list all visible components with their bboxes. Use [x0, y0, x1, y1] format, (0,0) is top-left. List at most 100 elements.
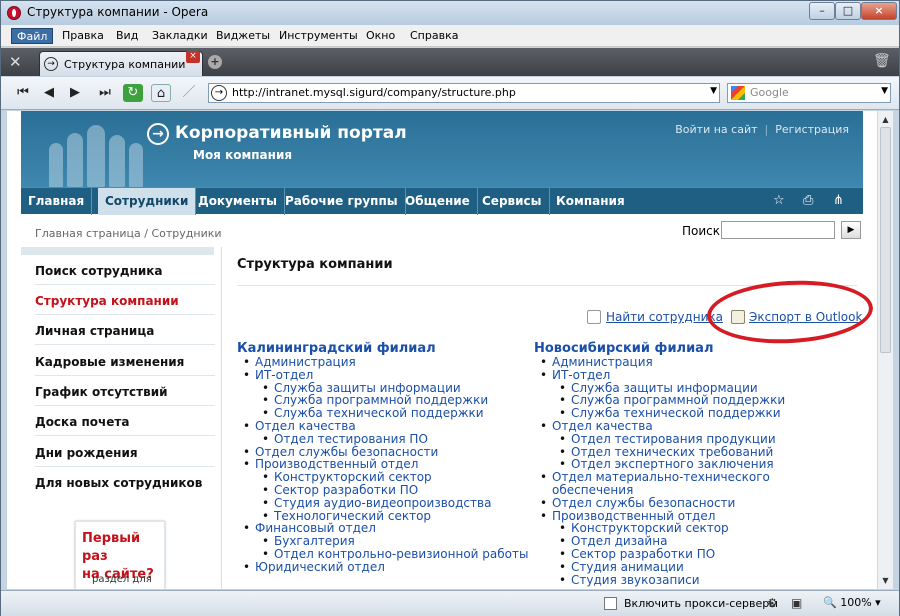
maximize-button[interactable]: □	[835, 2, 861, 20]
search-label: Поиск	[682, 224, 721, 238]
site-search-button[interactable]: ▶	[841, 221, 861, 239]
top-navigation: Главная Сотрудники Документы Рабочие гру…	[21, 187, 863, 215]
company-name: Моя компания	[193, 148, 293, 162]
trash-icon[interactable]: 🗑	[873, 53, 891, 69]
nav-company[interactable]: Компания	[549, 188, 632, 215]
menu-bookmarks[interactable]: Закладки	[147, 28, 213, 44]
navigation-bar: ⏮ ◀ ▶ ⏭ ↻ ⌂ ／ → http://intranet.mysql.si…	[1, 77, 899, 110]
proxy-checkbox[interactable]	[604, 597, 617, 610]
home-icon[interactable]: ⌂	[151, 84, 171, 102]
nav-employees[interactable]: Сотрудники	[98, 188, 197, 215]
portal-logo-icon: →	[147, 123, 169, 145]
fast-forward-icon[interactable]: ⏭	[95, 84, 115, 102]
nav-workgroups[interactable]: Рабочие группы	[278, 188, 406, 215]
department-link[interactable]: Отдел тестирования ПО	[237, 432, 528, 446]
department-link[interactable]: Администрация	[534, 356, 785, 369]
sidebar-item-personal[interactable]: Личная страница	[35, 317, 215, 345]
sidebar-item-honor-board[interactable]: Доска почета	[35, 408, 215, 436]
search-input[interactable]: Google ▼	[727, 83, 891, 103]
nav-communication[interactable]: Общение	[398, 188, 478, 215]
department-link[interactable]: ИТ-отдел	[237, 368, 528, 382]
rewind-icon[interactable]: ⏮	[13, 84, 33, 102]
department-link[interactable]: Отдел службы безопасности	[534, 496, 785, 510]
page-title: Структура компании	[237, 257, 393, 272]
department-link[interactable]: Отдел тестирования продукции	[534, 432, 785, 446]
department-link[interactable]: ИТ-отдел	[534, 368, 785, 382]
address-bar[interactable]: → http://intranet.mysql.sigurd/company/s…	[208, 83, 720, 103]
menu-file[interactable]: Файл	[11, 28, 54, 44]
camera-icon[interactable]: ▣	[791, 596, 802, 610]
plugin-icon[interactable]: ⚙	[767, 596, 778, 610]
sidebar-item-find-employee[interactable]: Поиск сотрудника	[35, 257, 215, 285]
star-icon[interactable]: ☆	[773, 193, 785, 208]
find-employee-link[interactable]: Найти сотрудника	[606, 310, 723, 324]
department-link[interactable]: Отдел контрольно-ревизионной работы	[237, 548, 528, 561]
scroll-down-icon[interactable]: ▼	[879, 574, 892, 587]
reload-icon[interactable]: ↻	[123, 84, 143, 102]
menu-widgets[interactable]: Виджеты	[211, 28, 275, 44]
back-icon[interactable]: ◀	[39, 84, 59, 102]
department-link[interactable]: Отдел качества	[534, 420, 785, 433]
find-person-icon	[587, 310, 601, 324]
department-link[interactable]: Студия звукозаписи	[534, 573, 785, 587]
new-tab-button[interactable]: +	[208, 55, 222, 69]
title-bar: Структура компании - Opera – □ ×	[1, 1, 899, 25]
sitemap-icon[interactable]: ⋔	[833, 193, 844, 208]
chevron-down-icon[interactable]: ▼	[881, 86, 888, 96]
department-link[interactable]: Отдел качества	[237, 420, 528, 433]
forward-icon[interactable]: ▶	[65, 84, 85, 102]
close-button[interactable]: ×	[861, 2, 897, 20]
edit-site-icon[interactable]: ／	[179, 84, 199, 102]
menu-bar: Файл Правка Вид Закладки Виджеты Инструм…	[1, 25, 899, 47]
tab-structure[interactable]: → Структура компании ×	[39, 51, 203, 76]
scroll-thumb[interactable]	[880, 127, 891, 353]
menu-edit[interactable]: Правка	[57, 28, 109, 44]
go-arrow-icon: →	[211, 85, 227, 101]
browser-window: Структура компании - Opera – □ × Файл Пр…	[0, 0, 900, 616]
opera-logo-icon	[7, 6, 21, 20]
proxy-label: Включить прокси-серверы	[624, 597, 778, 610]
zoom-control[interactable]: 🔍 100% ▾	[823, 596, 881, 609]
department-link[interactable]: Администрация	[237, 356, 528, 369]
nav-services[interactable]: Сервисы	[475, 188, 550, 215]
minimize-button[interactable]: –	[809, 2, 835, 20]
sidebar-item-structure[interactable]: Структура компании	[35, 287, 215, 315]
google-icon	[731, 86, 745, 100]
chevron-down-icon[interactable]: ▼	[710, 86, 717, 96]
login-link[interactable]: Войти на сайт	[675, 123, 757, 136]
menu-help[interactable]: Справка	[405, 28, 463, 44]
status-bar: Включить прокси-серверы ⚙ ▣ 🔍 100% ▾	[1, 590, 899, 616]
department-link[interactable]: Юридический отдел	[237, 560, 528, 574]
nav-documents[interactable]: Документы	[191, 188, 285, 215]
tools-icon[interactable]: ✕	[9, 53, 31, 71]
department-link[interactable]: Сектор разработки ПО	[534, 548, 785, 561]
department-link[interactable]: Студия анимации	[534, 560, 785, 574]
page-content: → Корпоративный портал Моя компания Войт…	[7, 111, 877, 589]
breadcrumb: Главная страница / Сотрудники	[35, 227, 222, 240]
magnifier-icon: 🔍	[823, 596, 837, 609]
department-link[interactable]: Сектор разработки ПО	[237, 484, 528, 497]
department-link[interactable]: Студия аудио-видеопроизводства	[237, 496, 528, 510]
branch-kaliningrad-tree: АдминистрацияИТ-отделСлужба защиты инфор…	[237, 356, 528, 574]
tab-close-button[interactable]: ×	[186, 51, 200, 63]
sidebar-item-absences[interactable]: График отсутствий	[35, 378, 215, 406]
scroll-up-icon[interactable]: ▲	[879, 113, 892, 126]
department-link[interactable]: обеспечения	[534, 484, 785, 497]
sidebar-top-bar	[21, 247, 214, 255]
site-search-input[interactable]	[721, 221, 835, 239]
promo-banner[interactable]: Первый раз на сайте? раздел для	[75, 521, 165, 589]
print-icon[interactable]: ⎙	[803, 193, 813, 208]
nav-home[interactable]: Главная	[21, 188, 93, 215]
menu-window[interactable]: Окно	[361, 28, 400, 44]
register-link[interactable]: Регистрация	[775, 123, 849, 136]
menu-view[interactable]: Вид	[111, 28, 143, 44]
promo-text: раздел для	[92, 574, 152, 585]
branch-kaliningrad-title[interactable]: Калининградский филиал	[237, 341, 436, 356]
menu-tools[interactable]: Инструменты	[274, 28, 363, 44]
sidebar-item-birthdays[interactable]: Дни рождения	[35, 439, 215, 467]
branch-novosibirsk-title[interactable]: Новосибирский филиал	[534, 341, 713, 356]
vertical-scrollbar[interactable]: ▲ ▼	[877, 111, 893, 589]
sidebar-item-newcomers[interactable]: Для новых сотрудников	[35, 469, 215, 497]
search-placeholder: Google	[750, 86, 789, 99]
sidebar-item-hr-changes[interactable]: Кадровые изменения	[35, 348, 215, 376]
